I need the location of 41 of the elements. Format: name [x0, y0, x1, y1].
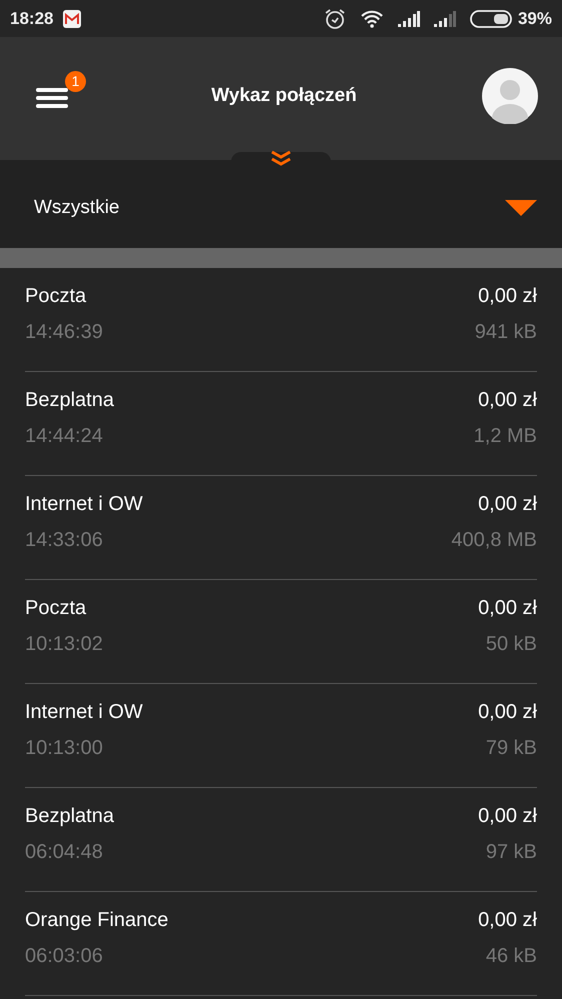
- data-usage: 50 kB: [484, 633, 537, 656]
- battery-icon: [470, 10, 512, 28]
- service-name: Internet i OW: [25, 493, 144, 516]
- connection-time: 10:13:00: [25, 737, 104, 760]
- signal-icon: [434, 10, 456, 26]
- data-usage: 1,2 MB: [474, 425, 537, 448]
- alarm-icon: [324, 8, 346, 30]
- cost: 0,00 zł: [477, 285, 537, 308]
- service-name: Bezplatna: [25, 389, 115, 412]
- page-title: Wykaz połączeń: [210, 85, 358, 107]
- connection-time: 10:13:02: [25, 633, 104, 656]
- notification-badge: 1: [65, 71, 86, 92]
- service-name: Internet i OW: [25, 701, 144, 724]
- cost: 0,00 zł: [478, 805, 537, 828]
- service-name: Orange Finance: [25, 909, 170, 932]
- dropdown-arrow-icon: [505, 200, 537, 216]
- data-usage: 400,8 MB: [451, 529, 537, 552]
- connection-time: 06:04:48: [25, 841, 104, 864]
- connection-time: 14:46:39: [25, 321, 104, 344]
- expand-icon[interactable]: [270, 150, 292, 166]
- cost: 0,00 zł: [478, 701, 537, 724]
- cost: 0,00 zł: [477, 389, 537, 412]
- wifi-icon: [360, 10, 384, 28]
- service-name: Poczta: [25, 597, 88, 620]
- battery-percentage: 39%: [518, 8, 552, 28]
- mail-icon: [63, 10, 82, 28]
- data-usage: 941 kB: [474, 321, 537, 344]
- connection-time: 14:44:24: [25, 425, 104, 448]
- data-usage: 46 kB: [484, 945, 537, 968]
- signal-icon: [398, 10, 420, 26]
- cost: 0,00 zł: [478, 909, 537, 932]
- avatar-icon[interactable]: [482, 68, 538, 124]
- connection-time: 06:03:06: [25, 945, 104, 968]
- cost: 0,00 zł: [478, 597, 537, 620]
- service-name: Bezplatna: [25, 805, 115, 828]
- service-name: Poczta: [25, 285, 88, 308]
- connection-time: 14:33:06: [25, 529, 104, 552]
- data-usage: 79 kB: [484, 737, 537, 760]
- data-usage: 97 kB: [484, 841, 537, 864]
- cost: 0,00 zł: [477, 493, 537, 516]
- clock: 18:28: [10, 8, 54, 28]
